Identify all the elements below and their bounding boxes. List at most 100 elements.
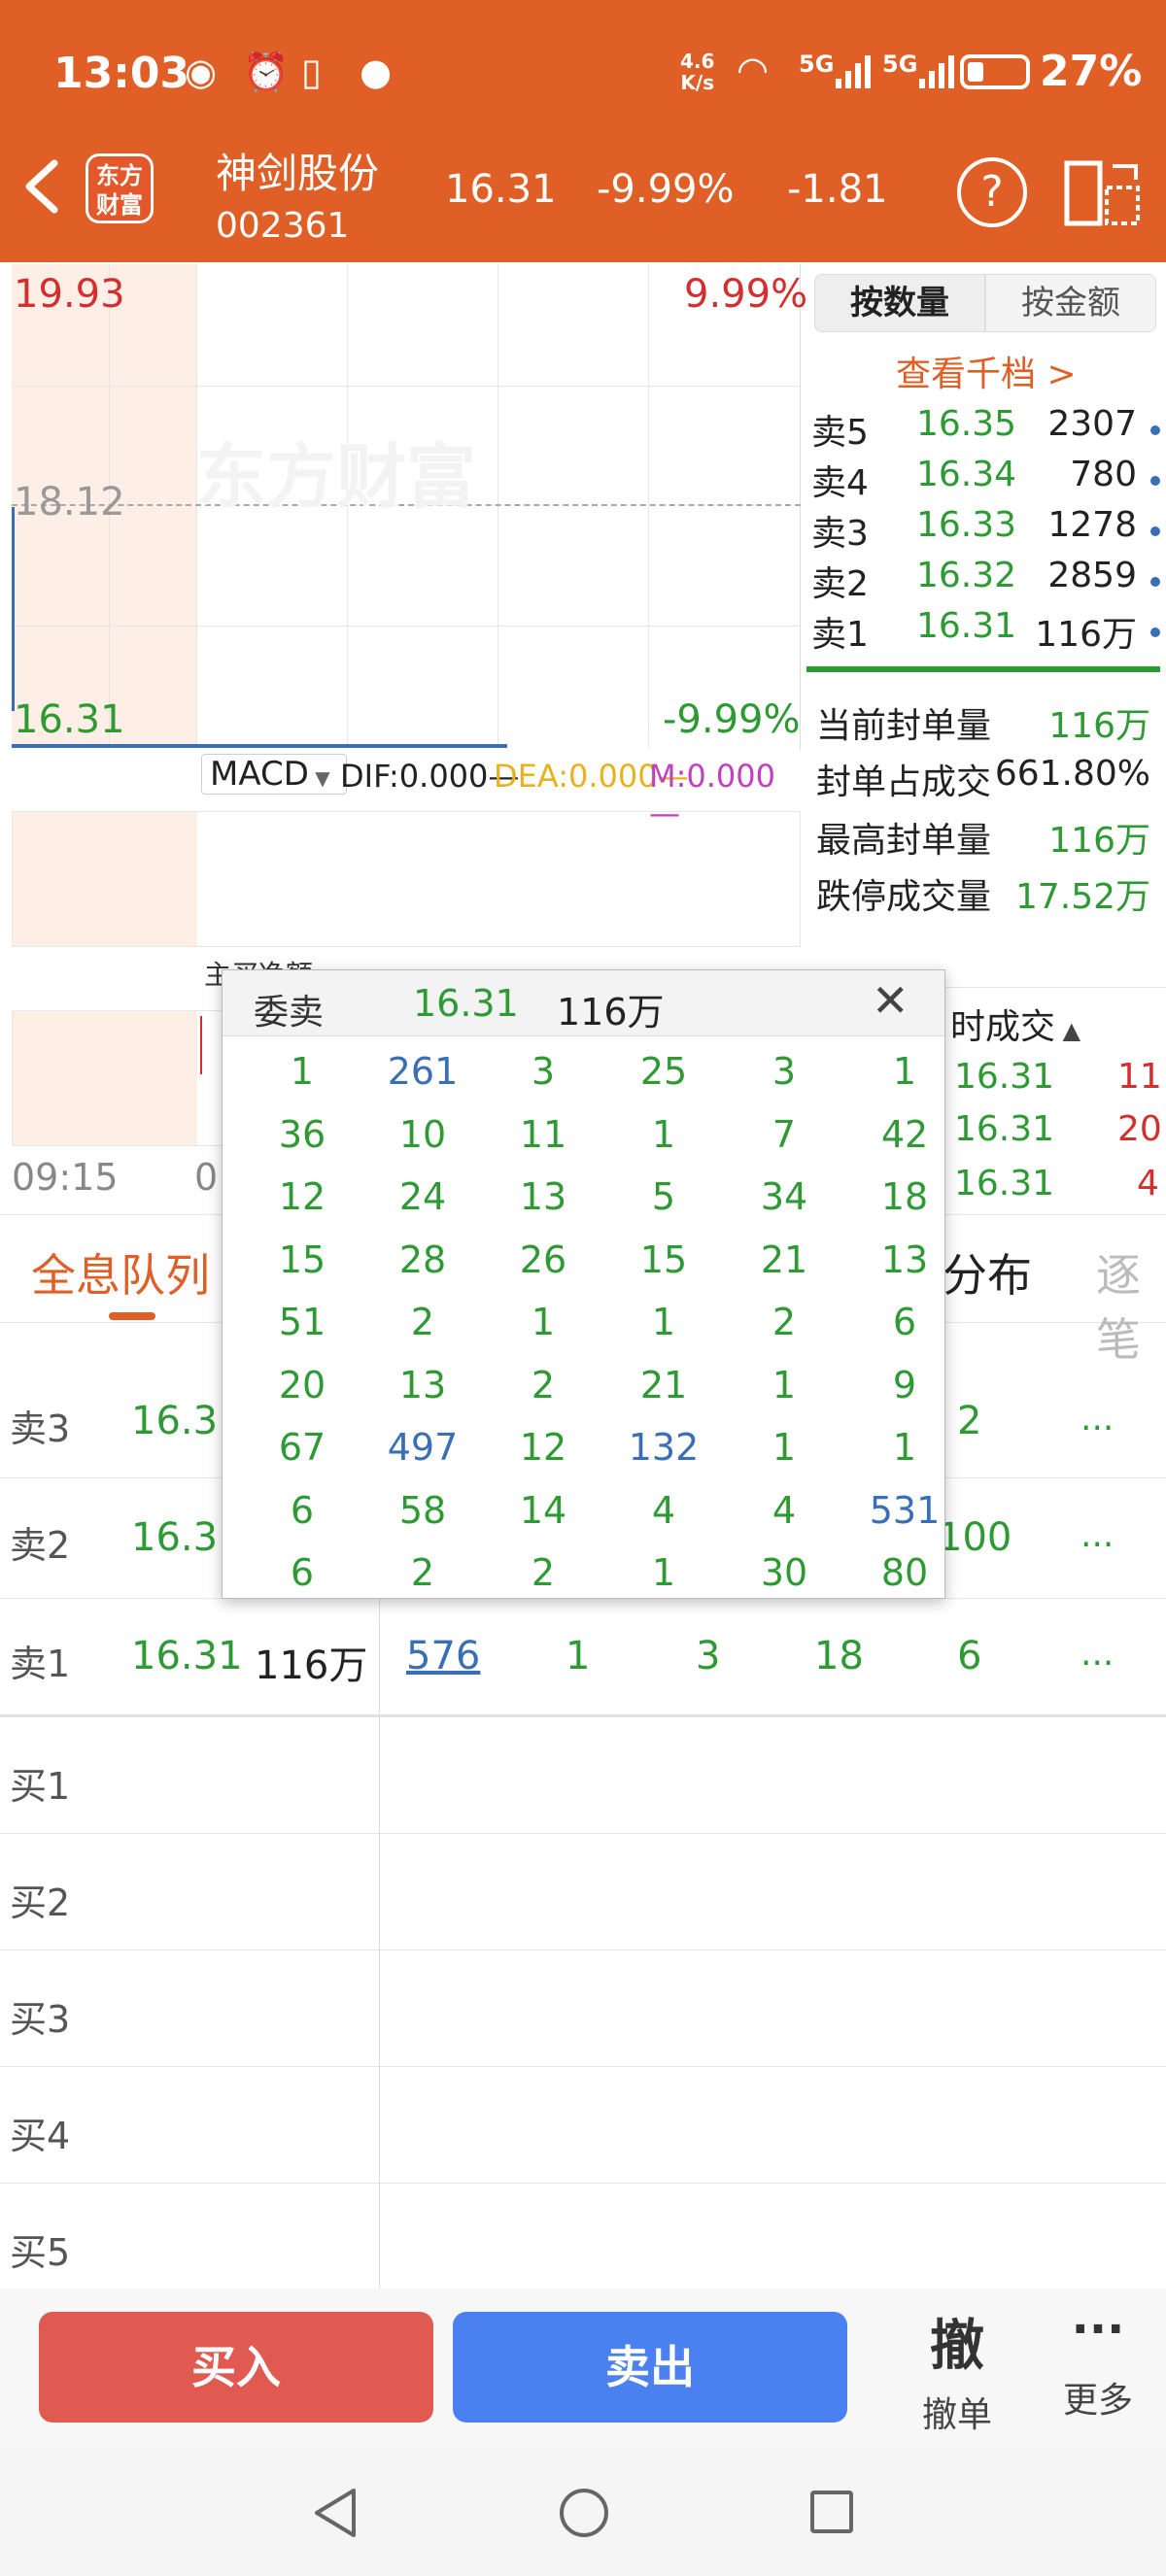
nav-home-icon[interactable] (560, 2489, 608, 2537)
cancel-icon: 撤 (930, 2315, 984, 2378)
popup-order-cell: 1 (772, 1426, 797, 1469)
popup-order-cell: 25 (639, 1050, 688, 1093)
tab-by-amount[interactable]: 按金额 (985, 274, 1156, 332)
trade-vol: 20 (1117, 1109, 1162, 1149)
popup-order-cell: 3 (772, 1050, 797, 1093)
ask-row-1: 卖1 16.31 116万 (811, 606, 1166, 657)
popup-order-cell: 1 (531, 1301, 556, 1343)
nav-recent-icon[interactable] (810, 2491, 853, 2533)
battery-icon (960, 54, 1030, 89)
trade-price: 16.31 (954, 1164, 1055, 1203)
ellipsis-icon: ··· (1071, 2302, 1125, 2356)
time-start: 09:15 (12, 1156, 119, 1199)
tab-indicator (109, 1312, 155, 1320)
watermark: 东方财富 (196, 436, 477, 518)
popup-order-cell: 1 (290, 1050, 315, 1093)
stat-limit-down-volume: 跌停成交量 17.52万 (816, 877, 1150, 917)
indicator-select[interactable]: MACD ▼ (201, 754, 347, 795)
queue-detail-popup: 委卖 16.31 116万 ✕ 1 261 3 25 3 1 36 10 11 1 7 42 12 24 1… (222, 969, 945, 1599)
y-mid-label: 18.12 (14, 480, 125, 525)
more-button[interactable]: ··· 更多 (1054, 2302, 1142, 2423)
price-chart[interactable]: 东方财富 19.93 18.12 16.31 9.99% -9.99% (12, 264, 807, 750)
tab-tick-by-tick[interactable]: 逐笔 (1096, 1240, 1166, 1369)
popup-order-cell: 30 (760, 1551, 808, 1594)
popup-order-cell: 2 (410, 1301, 435, 1343)
close-icon[interactable]: ✕ (872, 974, 909, 1027)
alarm-icon: ⏰ (243, 51, 290, 93)
popup-order-cell: 6 (290, 1488, 315, 1532)
popup-order-cell: 4 (772, 1488, 797, 1532)
status-time: 13:03 (53, 49, 190, 98)
nav-back-icon[interactable] (311, 2487, 360, 2539)
more-icon[interactable]: ... (1080, 1399, 1114, 1439)
buy-button[interactable]: 买入 (39, 2312, 433, 2423)
more-icon[interactable]: ... (1080, 1634, 1114, 1674)
trade-price: 16.31 (954, 1109, 1055, 1149)
popup-order-cell: 24 (398, 1175, 447, 1218)
popup-order-cell: 36 (278, 1112, 326, 1156)
popup-order-cell: 2 (410, 1551, 435, 1594)
queue-row-buy4: 买4 (0, 2067, 1166, 2184)
cancel-order-button[interactable]: 撤 撤单 (913, 2302, 1001, 2437)
tab-by-quantity[interactable]: 按数量 (814, 274, 985, 332)
queue-first-order[interactable]: 576 (406, 1634, 480, 1678)
popup-order-cell: 261 (387, 1050, 459, 1093)
queue-row-buy2: 买2 (0, 1834, 1166, 1950)
pct-low-label: -9.99% (663, 697, 801, 742)
tab-distribution[interactable]: 分布 (943, 1240, 1032, 1305)
popup-order-cell: 6 (892, 1301, 917, 1343)
popup-order-cell: 7 (772, 1112, 797, 1156)
stat-current-seal: 当前封单量 116万 (816, 706, 1150, 746)
net-speed: 4.6 K/s (680, 50, 715, 94)
ask-row-4: 卖4 16.34 780 (811, 455, 1166, 505)
popup-order-cell: 58 (398, 1488, 447, 1532)
popup-order-cell: 3 (531, 1050, 556, 1093)
popup-order-cell: 14 (519, 1488, 567, 1532)
header-price: 16.31 (445, 167, 557, 212)
header-change: -1.81 (787, 167, 888, 212)
popup-order-cell: 5 (651, 1175, 676, 1218)
popup-order-cell: 11 (519, 1112, 567, 1156)
dif-value: DIF:0.000— (340, 758, 520, 795)
back-icon[interactable] (21, 157, 64, 216)
y-low-label: 16.31 (14, 697, 125, 742)
queue-row-buy3: 买3 (0, 1950, 1166, 2067)
sell-button[interactable]: 卖出 (453, 2312, 847, 2423)
popup-order-cell: 67 (278, 1426, 326, 1469)
tab-full-queue[interactable]: 全息队列 (31, 1240, 210, 1305)
popup-order-cell: 6 (290, 1551, 315, 1594)
popup-order-cell: 531 (869, 1488, 941, 1532)
popup-header: 委卖 16.31 116万 ✕ (223, 970, 944, 1036)
time-partial: 0 (194, 1156, 219, 1199)
stock-name: 神剑股份 (216, 150, 380, 197)
popup-order-cell: 12 (519, 1426, 567, 1469)
queue-row-buy5: 买5 (0, 2184, 1166, 2300)
popup-order-cell: 497 (387, 1426, 459, 1469)
view-depth-link[interactable]: 查看千档 > (896, 346, 1077, 396)
message-icon: ● (360, 51, 393, 93)
popup-order-cell: 20 (278, 1363, 326, 1407)
popup-order-cell: 34 (760, 1175, 808, 1218)
popup-order-cell: 13 (398, 1363, 447, 1407)
ask-row-3: 卖3 16.33 1278 (811, 505, 1166, 556)
ask-row-5: 卖5 16.35 2307 (811, 404, 1166, 455)
pct-high-label: 9.99% (684, 272, 808, 317)
help-icon[interactable]: ? (957, 157, 1027, 227)
stat-seal-ratio: 封单占成交 661.80% (816, 754, 1150, 802)
popup-order-cell: 80 (880, 1551, 929, 1594)
system-nav-bar (0, 2450, 1166, 2576)
split-view-icon[interactable] (1064, 160, 1142, 226)
signal2-icon (919, 53, 958, 88)
popup-order-cell: 15 (639, 1237, 688, 1281)
realtime-title[interactable]: 时成交 ▲ (950, 999, 1080, 1049)
popup-order-cell: 13 (519, 1175, 567, 1218)
popup-order-cell: 1 (892, 1050, 917, 1093)
popup-order-cell: 10 (398, 1112, 447, 1156)
sim1-label: 5G (799, 51, 835, 78)
popup-price: 16.31 (413, 982, 519, 1025)
popup-order-cell: 132 (628, 1426, 700, 1469)
more-icon[interactable]: ... (1080, 1515, 1114, 1555)
popup-order-cell: 28 (398, 1237, 447, 1281)
header-change-pct: -9.99% (597, 167, 735, 212)
popup-order-cell: 2 (531, 1363, 556, 1407)
